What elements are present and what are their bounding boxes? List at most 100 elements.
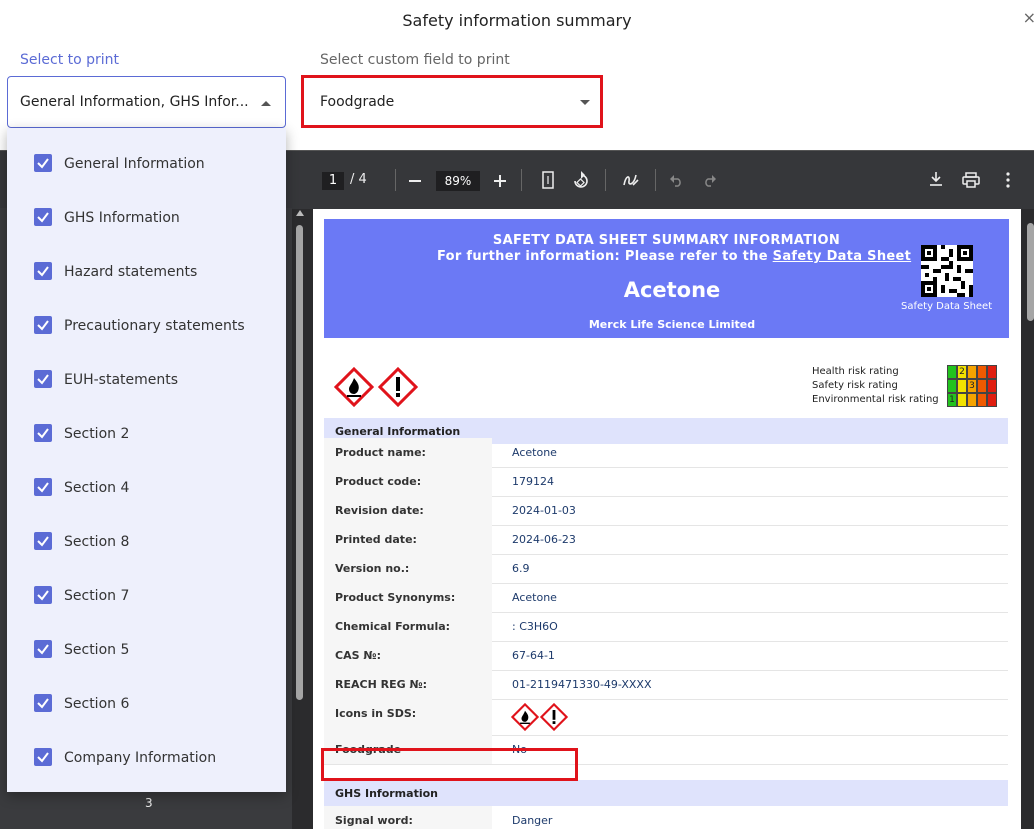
scroll-up-icon[interactable]	[296, 210, 304, 216]
product-code-row: Product code: 179124	[324, 467, 1008, 497]
flammable-pictogram-icon	[511, 703, 539, 731]
dropdown-option[interactable]: Section 8	[7, 515, 286, 569]
safety-risk-label: Safety risk rating	[812, 380, 898, 391]
dropdown-option[interactable]: General Information	[7, 137, 286, 191]
zoom-out-icon[interactable]	[409, 180, 421, 182]
company-name: Merck Life Science Limited	[588, 318, 756, 331]
row-value: 01-2119471330-49-XXXX	[512, 678, 652, 691]
row-value: 2024-06-23	[512, 533, 576, 546]
checkbox-checked-icon[interactable]	[34, 586, 52, 604]
icons-in-sds-row: Icons in SDS:	[324, 699, 1008, 736]
print-select-dropdown: General Information GHS Information Hazard…	[7, 128, 286, 792]
checkbox-checked-icon[interactable]	[34, 262, 52, 280]
print-select-label: Select to print	[20, 52, 120, 68]
dropdown-option-label: Section 4	[64, 480, 130, 496]
qr-label: Safety Data Sheet	[901, 301, 993, 312]
risk-cell: 3	[967, 379, 977, 393]
checkbox-checked-icon[interactable]	[34, 640, 52, 658]
dropdown-option-label: EUH-statements	[64, 372, 179, 388]
close-icon[interactable]: ×	[1023, 8, 1034, 27]
signal-word-label: Signal word:	[335, 814, 413, 827]
page-number-input[interactable]: 1	[322, 172, 344, 190]
checkbox-checked-icon[interactable]	[34, 316, 52, 334]
dropdown-option-label: Section 7	[64, 588, 130, 604]
row-label: Product Synonyms:	[335, 591, 456, 604]
risk-cell	[967, 365, 977, 379]
dropdown-option-label: Precautionary statements	[64, 318, 245, 334]
chevron-up-icon	[261, 101, 271, 106]
dropdown-option[interactable]: Section 2	[7, 407, 286, 461]
dropdown-option[interactable]: Precautionary statements	[7, 299, 286, 353]
risk-cell	[987, 379, 997, 393]
risk-cell	[957, 379, 967, 393]
dropdown-option[interactable]: GHS Information	[7, 191, 286, 245]
checkbox-checked-icon[interactable]	[34, 694, 52, 712]
risk-cell	[977, 365, 987, 379]
row-value: Acetone	[512, 446, 557, 459]
chevron-down-icon	[580, 100, 590, 105]
download-icon[interactable]	[929, 171, 943, 191]
custom-field-value: Foodgrade	[320, 94, 395, 110]
row-label: Icons in SDS:	[335, 707, 417, 720]
banner-prefix: For further information: Please refer to…	[437, 249, 773, 264]
checkbox-checked-icon[interactable]	[34, 478, 52, 496]
thumbnail-page-number: 3	[145, 796, 153, 810]
pdf-page: SAFETY DATA SHEET SUMMARY INFORMATION Fo…	[313, 209, 1021, 829]
zoom-level[interactable]: 89%	[436, 171, 480, 191]
ghs-information-title: GHS Information	[335, 787, 438, 800]
sds-banner: SAFETY DATA SHEET SUMMARY INFORMATION Fo…	[324, 219, 1009, 338]
dropdown-option[interactable]: Section 6	[7, 677, 286, 731]
exclamation-pictogram-icon	[378, 367, 418, 407]
row-label: CAS №:	[335, 649, 381, 662]
qr-code-icon[interactable]	[921, 245, 973, 297]
custom-field-label: Select custom field to print	[320, 52, 510, 68]
draw-icon[interactable]	[622, 171, 640, 193]
flammable-pictogram-icon	[334, 367, 374, 407]
checkbox-checked-icon[interactable]	[34, 748, 52, 766]
cas-number-row: CAS №: 67-64-1	[324, 641, 1008, 671]
risk-cell	[947, 379, 957, 393]
row-label: Product name:	[335, 446, 426, 459]
redo-icon[interactable]	[702, 173, 716, 191]
rotate-icon[interactable]	[571, 171, 591, 195]
risk-cell	[967, 393, 977, 407]
checkbox-checked-icon[interactable]	[34, 424, 52, 442]
dropdown-option[interactable]: Section 5	[7, 623, 286, 677]
row-value: Acetone	[512, 591, 557, 604]
dropdown-option[interactable]: Company Information	[7, 731, 286, 785]
undo-icon[interactable]	[670, 173, 684, 191]
print-select[interactable]: General Information, GHS Infor...	[7, 76, 286, 128]
checkbox-checked-icon[interactable]	[34, 154, 52, 172]
dialog-title: Safety information summary	[402, 11, 632, 30]
dropdown-option[interactable]: Section 4	[7, 461, 286, 515]
row-label: Chemical Formula:	[335, 620, 451, 633]
row-label: Product code:	[335, 475, 422, 488]
dropdown-option[interactable]: Section 7	[7, 569, 286, 623]
checkbox-checked-icon[interactable]	[34, 532, 52, 550]
checkbox-checked-icon[interactable]	[34, 370, 52, 388]
product-name-row: Product name: Acetone	[324, 438, 1008, 468]
ghs-information-header: GHS Information	[324, 780, 1008, 806]
thumbnail-scrollbar[interactable]	[296, 225, 303, 700]
dropdown-option[interactable]: EUH-statements	[7, 353, 286, 407]
print-icon[interactable]	[962, 172, 980, 192]
zoom-in-icon[interactable]	[494, 172, 506, 190]
checkbox-checked-icon[interactable]	[34, 208, 52, 226]
sds-link[interactable]: Safety Data Sheet	[773, 249, 911, 264]
foodgrade-highlight	[321, 748, 578, 781]
more-icon[interactable]	[1005, 172, 1011, 192]
risk-cell	[947, 365, 957, 379]
signal-word-row: Signal word: Danger	[324, 806, 1008, 829]
product-synonyms-row: Product Synonyms: Acetone	[324, 583, 1008, 613]
exclamation-pictogram-icon	[540, 703, 568, 731]
row-label: REACH REG №:	[335, 678, 428, 691]
row-value: : C3H6O	[512, 620, 558, 633]
custom-field-select[interactable]: Foodgrade	[301, 75, 603, 128]
chemical-formula-row: Chemical Formula: : C3H6O	[324, 612, 1008, 642]
page-total: / 4	[350, 172, 367, 187]
document-scrollbar[interactable]	[1027, 223, 1034, 321]
toolbar-separator	[605, 169, 606, 191]
dropdown-option-label: Company Information	[64, 750, 217, 766]
dropdown-option[interactable]: Hazard statements	[7, 245, 286, 299]
fit-page-icon[interactable]	[542, 171, 554, 193]
